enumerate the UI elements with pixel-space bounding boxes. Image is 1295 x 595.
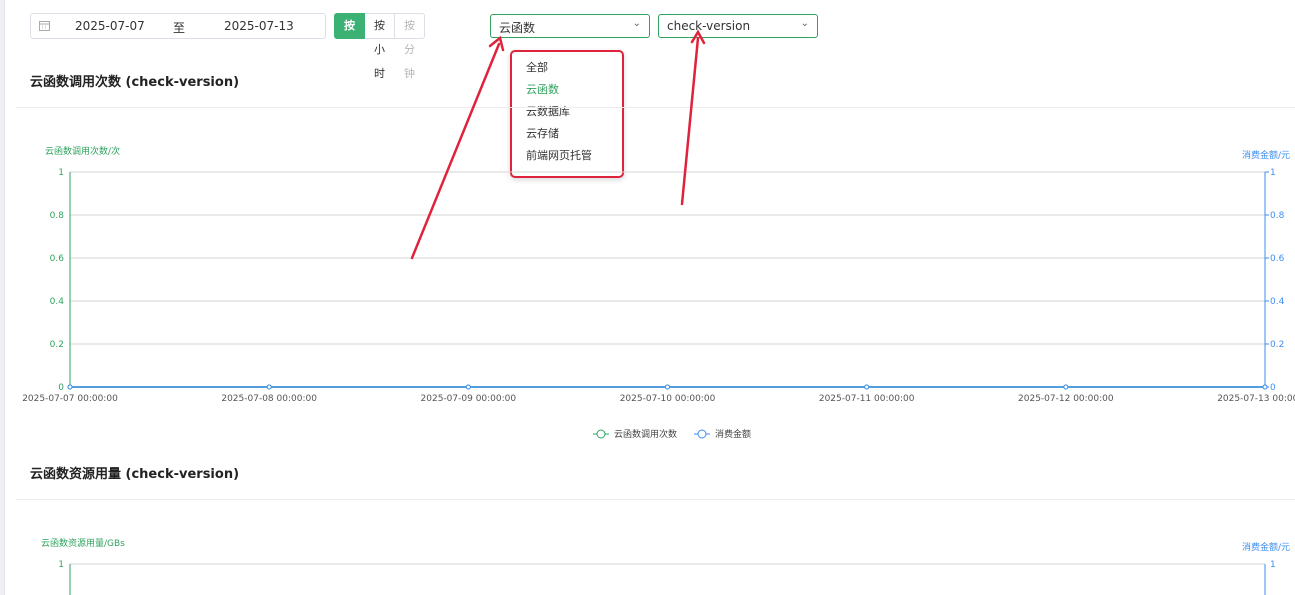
y-tick-label-left: 0.6 [50,254,65,264]
x-tick-label: 2025-07-11 00:00:00 [819,394,915,404]
section1-title: 云函数调用次数 (check-version) [30,75,240,90]
section2-title: 云函数资源用量 (check-version) [30,467,240,482]
y-tick-label-left: 1 [58,168,64,178]
data-point [1063,384,1069,390]
y-tick-label-right: 1 [1270,560,1276,570]
x-tick-label: 2025-07-10 00:00:00 [620,394,716,404]
x-tick-label: 2025-07-07 00:00:00 [22,394,118,404]
invocations-chart: 云函数调用次数/次 消费金额/元 1 1 0.8 0.8 0.6 0.6 0.4 0.4 0.2 0.… [22,145,1295,440]
section2-divider [16,499,1295,500]
legend-marker-2 [697,429,707,439]
chevron-down-icon: ⌄ [800,18,809,29]
y-tick-label-left: 1 [58,560,64,570]
y-tick-label-left: 0.2 [50,340,64,350]
y-tick-label-left: 0 [58,383,64,393]
function-value: check-version [667,19,751,33]
start-date-input[interactable]: 2025-07-07 [75,19,145,33]
data-point [266,384,272,390]
x-tick-label: 2025-07-08 00:00:00 [221,394,317,404]
x-tick-label: 2025-07-09 00:00:00 [421,394,517,404]
y-tick-label-right: 0.6 [1270,254,1285,264]
data-point [665,384,670,390]
dropdown-option-cloud-function[interactable]: 云函数 [526,81,559,97]
granularity-minute-button[interactable]: 按分钟 [395,13,425,80]
y-tick-label-right: 0.8 [1270,211,1285,221]
dropdown-option-all[interactable]: 全部 [526,59,548,75]
legend-label-2: 消费金额 [715,428,751,440]
granularity-day-button[interactable]: 按天 [334,13,365,56]
section1-divider [16,107,1295,108]
x-tick-label: 2025-07-12 00:00:00 [1018,394,1114,404]
data-point [1262,384,1268,390]
y-tick-label-left: 0.4 [50,297,65,307]
granularity-hour-button[interactable]: 按小时 [365,13,395,80]
y-tick-label-right: 0.2 [1270,340,1284,350]
left-axis-label: 云函数调用次数/次 [45,145,120,157]
data-point [864,384,870,390]
y-tick-label-left: 0.8 [50,211,65,221]
data-point [465,384,471,390]
y-tick-label-right: 0 [1270,383,1276,393]
function-select[interactable]: check-version ⌄ [658,14,818,38]
arrowhead-icon [488,35,505,52]
date-range-picker[interactable]: 2025-07-07 至 2025-07-13 [30,13,326,39]
resource-type-select[interactable]: 云函数 ⌄ [490,14,650,38]
resource-type-value: 云函数 [499,21,536,35]
dropdown-option-cloud-database[interactable]: 云数据库 [526,103,570,119]
data-point [67,384,73,390]
end-date-input[interactable]: 2025-07-13 [224,19,294,33]
legend-label-1: 云函数调用次数 [614,428,677,440]
chevron-down-icon: ⌄ [632,18,641,29]
granularity-toggle: 按天 按小时 按分钟 [334,13,425,80]
legend-marker-1 [596,429,606,439]
resource-usage-chart: 云函数资源用量/GBs 消费金额/元 1 1 [41,537,1290,595]
y-tick-label-right: 0.4 [1270,297,1285,307]
left-axis-label: 云函数资源用量/GBs [41,537,125,549]
dropdown-option-cloud-storage[interactable]: 云存储 [526,125,559,141]
right-axis-label: 消费金额/元 [1242,149,1290,161]
y-tick-label-right: 1 [1270,168,1276,178]
calendar-icon [39,21,50,31]
x-tick-label: 2025-07-13 00:00:00 [1217,394,1295,404]
right-axis-label: 消费金额/元 [1242,541,1290,553]
range-separator: 至 [173,21,186,35]
